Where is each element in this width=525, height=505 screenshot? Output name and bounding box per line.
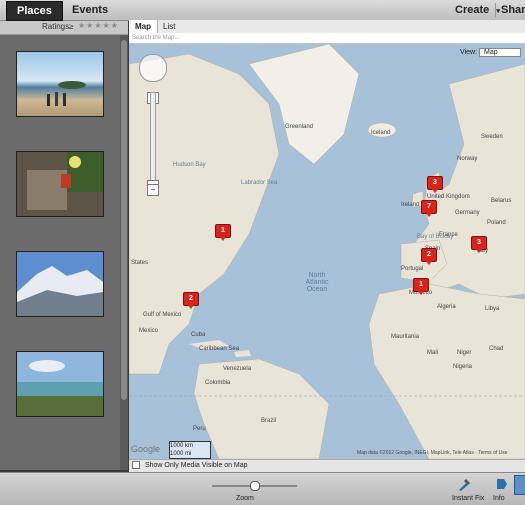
map-filter-bar: Show Only Media Visible on Map (129, 459, 525, 472)
photo-pin-scotland[interactable]: 3 (427, 176, 443, 193)
view-dropdown[interactable]: Map (479, 48, 521, 57)
label-caribbean-sea: Caribbean Sea (199, 346, 240, 352)
label-bay-of-biscay: Bay of Biscay (417, 234, 454, 240)
label-mali: Mali (427, 350, 439, 356)
tab-events[interactable]: Events (62, 1, 118, 19)
photo-pin-florida[interactable]: 2 (183, 292, 199, 309)
google-logo: Google (131, 444, 161, 454)
label-brazil: Brazil (261, 418, 277, 424)
tab-map[interactable]: Map (129, 20, 158, 33)
ratings-operator[interactable]: ≥ (69, 22, 73, 31)
label-portugal: Portugal (401, 266, 424, 272)
photo-pin-uk[interactable]: 7 (421, 200, 437, 217)
info-label[interactable]: Info (493, 495, 505, 502)
label-chad: Chad (489, 346, 504, 352)
label-hudson-bay: Hudson Bay (173, 162, 206, 168)
thumbnail-balcony[interactable] (16, 151, 104, 217)
label-niger: Niger (457, 350, 472, 356)
zoom-out-button[interactable]: − (147, 184, 159, 196)
panel-toggle-button[interactable] (514, 475, 525, 495)
toolbar-divider (495, 3, 496, 17)
show-only-checkbox[interactable] (132, 461, 140, 470)
info-icon[interactable] (495, 477, 507, 491)
label-algeria: Algeria (437, 304, 456, 310)
label-mauritania: Mauritania (391, 334, 420, 340)
zoom-label: Zoom (236, 495, 254, 502)
beach-photo (47, 81, 86, 106)
label-gulf-of-mexico: Gulf of Mexico (143, 312, 182, 318)
tab-list[interactable]: List (157, 20, 181, 33)
media-thumbnail-panel (0, 35, 120, 470)
balcony-photo (17, 152, 103, 216)
map-view-selector[interactable]: View: Map (460, 48, 521, 57)
show-only-label: Show Only Media Visible on Map (144, 462, 248, 469)
map-search-input[interactable]: Search the Map... (129, 33, 525, 44)
ratings-label: Ratings (42, 22, 70, 31)
create-button[interactable]: Create ▾ (455, 0, 500, 20)
thumbnail-scroll-thumb[interactable] (121, 40, 127, 400)
label-cuba: Cuba (191, 332, 206, 338)
label-venezuela: Venezuela (223, 366, 252, 372)
photo-pin-italy[interactable]: 3 (471, 236, 487, 253)
scale-km: 1000 km (170, 443, 194, 449)
zoom-slider-track[interactable] (150, 92, 156, 194)
instant-fix-label[interactable]: Instant Fix (452, 495, 484, 502)
label-libya: Libya (485, 306, 500, 312)
photo-pin-spain[interactable]: 2 (421, 248, 437, 265)
chevron-down-icon: ▾ (496, 8, 500, 15)
label-nigeria: Nigeria (453, 364, 473, 370)
ratings-filter: Ratings ≥ ★★★★★ (0, 21, 128, 35)
label-colombia: Colombia (205, 380, 231, 386)
label-belarus: Belarus (491, 198, 512, 204)
search-placeholder: Search the Map... (132, 35, 180, 41)
label-iceland: Iceland (371, 130, 391, 136)
share-button[interactable]: Share (501, 0, 525, 20)
label-north-atlantic-ocean: North Atlantic Ocean (305, 272, 329, 293)
tab-places[interactable]: Places (6, 1, 63, 21)
thumbnail-lake[interactable] (16, 351, 104, 417)
world-map[interactable]: + − View: Map Greenland Iceland Norway S… (129, 44, 525, 459)
label-labrador-sea: Labrador Sea (241, 180, 278, 186)
map-land (129, 44, 525, 459)
create-label: Create (455, 4, 490, 16)
pan-control[interactable] (139, 54, 167, 82)
map-scale: 1000 km 1000 mi (169, 441, 211, 459)
zoom-slider-handle[interactable] (250, 481, 260, 491)
photo-pin-morocco[interactable]: 1 (413, 278, 429, 295)
label-poland: Poland (487, 220, 506, 226)
photo-pin-us-northeast[interactable]: 1 (215, 224, 231, 241)
label-ireland: Ireland (401, 202, 420, 208)
label-mexico: Mexico (139, 328, 159, 334)
label-greenland: Greenland (285, 124, 314, 130)
mountain-photo (17, 252, 103, 316)
view-label: View: (460, 49, 478, 56)
bottom-bar: Zoom Instant Fix Info (0, 472, 525, 505)
top-toolbar: Places Events Create ▾ Share (0, 0, 525, 21)
label-sweden: Sweden (481, 134, 503, 140)
instant-fix-icon[interactable] (458, 477, 470, 491)
thumbnail-mountain[interactable] (16, 251, 104, 317)
label-germany: Germany (455, 210, 480, 216)
label-norway: Norway (457, 156, 478, 162)
scale-mi: 1000 mi (170, 451, 192, 457)
rating-stars[interactable]: ★★★★★ (78, 21, 119, 30)
map-view-tabs: Map List (129, 20, 525, 34)
map-attribution[interactable]: Map data ©2012 Google, INEGI, MapLink, T… (357, 450, 508, 456)
label-states: States (131, 260, 149, 266)
lake-photo (17, 352, 103, 416)
thumbnail-beach[interactable] (16, 51, 104, 117)
label-peru: Peru (193, 426, 206, 432)
